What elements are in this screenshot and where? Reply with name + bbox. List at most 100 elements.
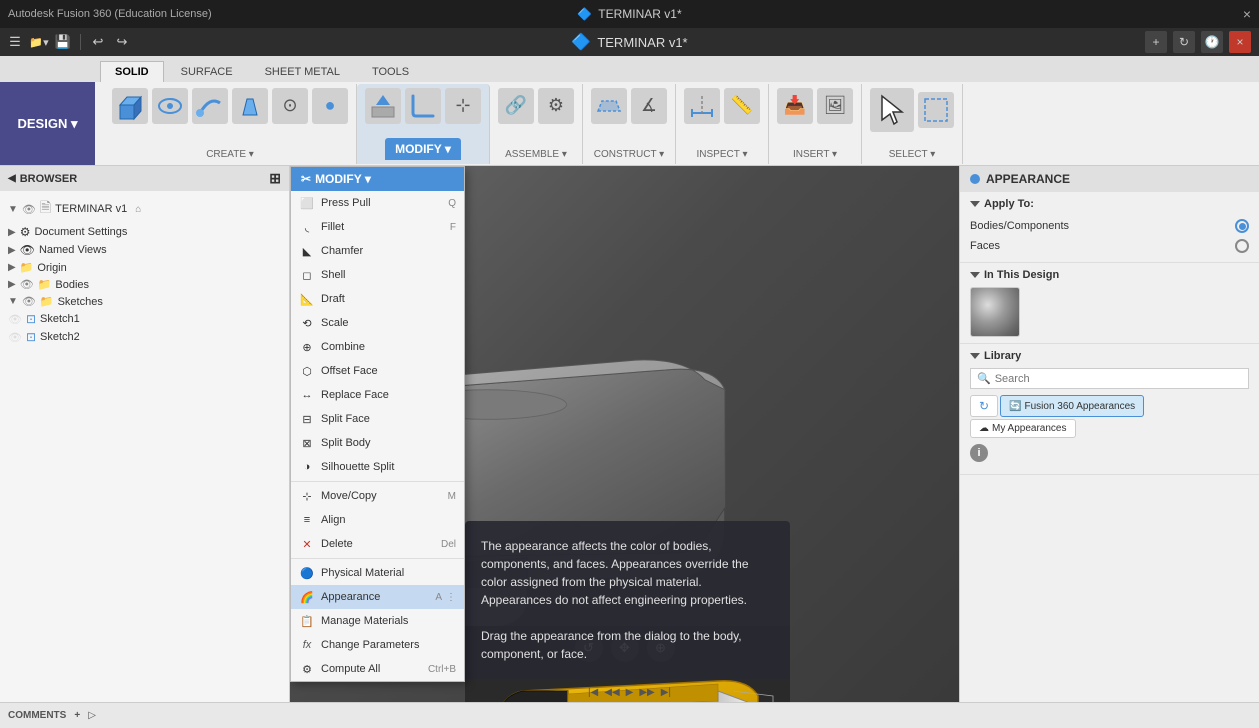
inspect-measure-icon[interactable] — [684, 88, 720, 124]
browser-collapse-arrow[interactable]: ◀ — [8, 173, 16, 184]
design-swatch-1[interactable] — [970, 287, 1020, 337]
menu-item-fillet[interactable]: ◟ Fillet F — [291, 215, 464, 239]
tab-tools[interactable]: TOOLS — [357, 61, 424, 82]
menu-item-split-body[interactable]: ⊠ Split Body — [291, 431, 464, 455]
browser-item-named-views[interactable]: ▶ 👁 Named Views — [0, 241, 289, 259]
play-end-button[interactable]: ▶| — [661, 687, 671, 698]
menu-item-align[interactable]: ≡ Align — [291, 508, 464, 532]
sketch-icon2: ⊡ — [26, 330, 36, 344]
undo-button[interactable]: ↩ — [87, 31, 109, 53]
browser-item-root[interactable]: ▼ 👁 🗎 TERMINAR v1 ⌂ — [0, 195, 289, 223]
play-start-button[interactable]: |◀ — [588, 687, 598, 698]
modify-move-icon[interactable]: ⊹ — [445, 88, 481, 124]
menu-item-combine-left: ⊕ Combine — [299, 339, 365, 355]
viewport[interactable]: ✂ MODIFY ▾ ⬜ Press Pull Q ◟ Fillet F — [290, 166, 959, 702]
add-comment-button[interactable]: + — [74, 710, 80, 721]
appearance-icon: 🌈 — [299, 589, 315, 605]
undo-arrow-button[interactable]: ↪ — [111, 31, 133, 53]
library-search-box[interactable]: 🔍 — [970, 368, 1249, 389]
browser-item-sketch1[interactable]: 👁 ⊡ Sketch1 — [0, 310, 289, 328]
app-menu-button[interactable]: ☰ — [4, 31, 26, 53]
apply-bodies-radio[interactable] — [1235, 219, 1249, 233]
tab-fusion360-appearances[interactable]: 🔄 Fusion 360 Appearances — [1000, 395, 1144, 417]
eye-icon-bodies[interactable]: 👁 — [20, 278, 34, 291]
menu-item-draft[interactable]: 📐 Draft — [291, 287, 464, 311]
home-icon[interactable]: ⌂ — [135, 204, 141, 215]
menu-item-change-parameters[interactable]: fx Change Parameters — [291, 633, 464, 657]
create-sphere-icon[interactable]: ● — [312, 88, 348, 124]
expand-comment-button[interactable]: ▷ — [88, 710, 96, 721]
tab-surface[interactable]: SURFACE — [166, 61, 248, 82]
info-button[interactable]: i — [970, 444, 988, 462]
insert-image-icon[interactable]: 📥 — [777, 88, 813, 124]
menu-item-combine[interactable]: ⊕ Combine — [291, 335, 464, 359]
create-hole-icon[interactable]: ⊙ — [272, 88, 308, 124]
menu-item-move-copy[interactable]: ⊹ Move/Copy M — [291, 484, 464, 508]
browser-item-origin[interactable]: ▶ 📁 Origin — [0, 259, 289, 276]
eye-icon-sketch2[interactable]: 👁 — [8, 331, 22, 344]
library-search-input[interactable] — [995, 373, 1242, 385]
modify-press-pull-icon[interactable] — [365, 88, 401, 124]
create-revolve-icon[interactable] — [152, 88, 188, 124]
tab-my-appearances[interactable]: ☁ My Appearances — [970, 419, 1076, 438]
modify-fillet-icon[interactable] — [405, 88, 441, 124]
construct-plane-icon[interactable] — [591, 88, 627, 124]
titlebar-close[interactable]: × — [1243, 6, 1251, 22]
play-next-button[interactable]: ▶▶ — [639, 687, 654, 698]
browser-item-doc-settings[interactable]: ▶ ⚙ Document Settings — [0, 223, 289, 241]
menu-item-chamfer[interactable]: ◣ Chamfer — [291, 239, 464, 263]
menu-item-scale[interactable]: ⟲ Scale — [291, 311, 464, 335]
menu-item-replace-face[interactable]: ↔ Replace Face — [291, 383, 464, 407]
save-button[interactable]: 💾 — [52, 31, 74, 53]
new-tab-button[interactable]: + — [1145, 31, 1167, 53]
browser-expand-button[interactable]: ⊞ — [269, 170, 281, 187]
refresh-button[interactable]: ↻ — [1173, 31, 1195, 53]
apply-faces-row[interactable]: Faces — [970, 236, 1249, 256]
appearance-more-icon[interactable]: ⋮ — [446, 592, 456, 603]
assemble-motion-icon[interactable]: ⚙ — [538, 88, 574, 124]
library-header[interactable]: Library — [970, 350, 1249, 362]
eye-icon-sketches[interactable]: 👁 — [22, 295, 36, 308]
menu-item-silhouette-split[interactable]: ◑ Silhouette Split — [291, 455, 464, 479]
modify-dropdown-button[interactable]: MODIFY ▾ — [385, 138, 461, 160]
menu-item-shell[interactable]: ◻ Shell — [291, 263, 464, 287]
in-this-design-header[interactable]: In This Design — [970, 269, 1249, 281]
apply-to-header[interactable]: Apply To: — [970, 198, 1249, 210]
browser-item-sketches[interactable]: ▼ 👁 📁 Sketches — [0, 293, 289, 310]
create-extrude-icon[interactable] — [112, 88, 148, 124]
browser-item-bodies[interactable]: ▶ 👁 📁 Bodies — [0, 276, 289, 293]
window-close-button[interactable]: × — [1229, 31, 1251, 53]
apply-faces-radio[interactable] — [1235, 239, 1249, 253]
refresh-appearances-button[interactable]: ↻ — [970, 395, 998, 417]
clock-button[interactable]: 🕐 — [1201, 31, 1223, 53]
play-button[interactable]: ▶ — [626, 687, 634, 698]
select-box-icon[interactable] — [918, 92, 954, 128]
file-menu-button[interactable]: 📁▾ — [28, 31, 50, 53]
create-loft-icon[interactable] — [232, 88, 268, 124]
menu-item-physical-material[interactable]: 🔵 Physical Material — [291, 561, 464, 585]
menu-item-press-pull[interactable]: ⬜ Press Pull Q — [291, 191, 464, 215]
select-main-icon[interactable] — [870, 88, 914, 132]
browser-item-sketch2[interactable]: 👁 ⊡ Sketch2 — [0, 328, 289, 346]
create-sweep-icon[interactable] — [192, 88, 228, 124]
context-menu-header[interactable]: ✂ MODIFY ▾ — [291, 167, 464, 191]
menu-item-manage-materials[interactable]: 📋 Manage Materials — [291, 609, 464, 633]
titlebar-app-name: Autodesk Fusion 360 (Education License) — [8, 8, 212, 20]
eye-icon[interactable]: 👁 — [22, 203, 36, 216]
menu-item-compute-all[interactable]: ⚙ Compute All Ctrl+B — [291, 657, 464, 681]
eye-icon-sketch1[interactable]: 👁 — [8, 313, 22, 326]
tab-sheet-metal[interactable]: SHEET METAL — [250, 61, 355, 82]
menu-item-split-face[interactable]: ⊟ Split Face — [291, 407, 464, 431]
assemble-joint-icon[interactable]: 🔗 — [498, 88, 534, 124]
insert-decal-icon[interactable]: 🖼 — [817, 88, 853, 124]
tab-solid[interactable]: SOLID — [100, 61, 164, 82]
inspect-angle-icon[interactable]: 📏 — [724, 88, 760, 124]
menu-item-appearance[interactable]: 🌈 Appearance A ⋮ — [291, 585, 464, 609]
construct-axis-icon[interactable]: ∡ — [631, 88, 667, 124]
menu-item-delete[interactable]: ✕ Delete Del — [291, 532, 464, 556]
play-prev-button[interactable]: ◀◀ — [604, 687, 619, 698]
create-label: CREATE ▾ — [206, 149, 254, 160]
apply-bodies-row[interactable]: Bodies/Components — [970, 216, 1249, 236]
design-dropdown-button[interactable]: DESIGN ▾ — [0, 82, 95, 165]
menu-item-offset-face[interactable]: ⬡ Offset Face — [291, 359, 464, 383]
